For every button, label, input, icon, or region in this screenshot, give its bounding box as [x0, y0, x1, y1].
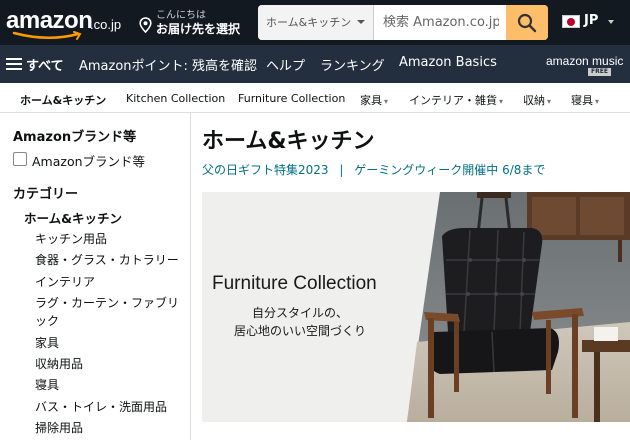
- sidebar-item-storage[interactable]: 収納用品: [35, 355, 83, 372]
- caret-down-icon: ▾: [547, 97, 552, 106]
- top-header: amazon .co.jp こんにちは お届け先を選択 ホーム&キッチン JP: [0, 0, 630, 45]
- subnav-home-kitchen[interactable]: ホーム&キッチン: [20, 92, 106, 108]
- amazon-logo[interactable]: amazon .co.jp: [6, 6, 130, 40]
- subnav-bedding-label: 寝具: [571, 94, 593, 107]
- subnav-bedding[interactable]: 寝具 ▾: [571, 92, 599, 108]
- subnav-interior-label: インテリア・雑貨: [409, 94, 497, 107]
- left-sidebar: Amazonブランド等 Amazonブランド等 カテゴリー ホーム&キッチン キ…: [0, 113, 191, 440]
- caret-down-icon: [608, 20, 614, 24]
- search-category-label: ホーム&キッチン: [266, 16, 352, 29]
- caret-down-icon: ▾: [499, 97, 504, 106]
- language-selector[interactable]: JP: [562, 11, 622, 33]
- logo-smile-icon: [12, 31, 82, 40]
- link-separator: |: [339, 163, 344, 177]
- location-pin-icon: [139, 17, 152, 33]
- subnav-furniture-label: 家具: [360, 94, 382, 107]
- page-title: ホーム&キッチン: [202, 129, 375, 154]
- nav-ranking[interactable]: ランキング: [320, 55, 385, 74]
- sidebar-item-furniture[interactable]: 家具: [35, 334, 59, 351]
- search-icon: [517, 13, 537, 33]
- main-nav: すべて Amazonポイント: 残高を確認 ヘルプ ランキング Amazon B…: [0, 45, 630, 83]
- sidebar-item-cleaning[interactable]: 掃除用品: [35, 419, 83, 436]
- search-button[interactable]: [506, 5, 548, 40]
- japan-flag-icon: [562, 15, 580, 28]
- caret-down-icon: ▾: [595, 97, 600, 106]
- logo-country: .co.jp: [90, 17, 122, 32]
- sidebar-item-interior[interactable]: インテリア: [35, 273, 95, 290]
- promo-link-fathers-day[interactable]: 父の日ギフト特集2023: [202, 163, 329, 177]
- search-input[interactable]: [375, 5, 499, 40]
- sidebar-item-rugs[interactable]: ラグ・カーテン・ファブリック: [35, 294, 187, 330]
- category-subnav: ホーム&キッチン Kitchen Collection Furniture Co…: [0, 83, 630, 113]
- language-label: JP: [584, 13, 599, 28]
- search-category-select[interactable]: ホーム&キッチン: [258, 5, 374, 40]
- banner-subtitle-line1: 自分スタイルの、: [251, 306, 348, 320]
- nav-help[interactable]: ヘルプ: [266, 55, 305, 74]
- hamburger-icon[interactable]: [6, 57, 22, 71]
- caret-down-icon: ▾: [384, 97, 389, 106]
- search-bar: ホーム&キッチン: [258, 5, 548, 40]
- subnav-storage-label: 収納: [523, 94, 545, 107]
- sidebar-item-tableware[interactable]: 食器・グラス・カトラリー: [35, 251, 179, 268]
- subnav-kitchen-collection[interactable]: Kitchen Collection: [126, 92, 225, 105]
- banner-subtitle-line2: 居心地のいい空間づくり: [233, 324, 366, 338]
- amazon-music-link[interactable]: amazon music FREE: [546, 54, 623, 76]
- current-category: ホーム&キッチン: [24, 211, 123, 226]
- music-free-badge: FREE: [588, 68, 611, 76]
- banner-subtitle: 自分スタイルの、 居心地のいい空間づくり: [202, 304, 398, 340]
- sidebar-item-bath[interactable]: バス・トイレ・洗面用品: [35, 398, 167, 415]
- checkbox-icon[interactable]: [13, 152, 27, 166]
- promo-links: 父の日ギフト特集2023 | ゲーミングウィーク開催中 6/8まで: [202, 161, 545, 178]
- nav-points[interactable]: Amazonポイント: 残高を確認: [79, 55, 257, 74]
- select-address-text: お届け先を選択: [156, 22, 241, 36]
- nav-amazon-basics[interactable]: Amazon Basics: [399, 55, 497, 70]
- subnav-storage[interactable]: 収納 ▾: [523, 92, 551, 108]
- delivery-location[interactable]: こんにちは お届け先を選択: [139, 5, 251, 39]
- category-heading: カテゴリー: [13, 187, 79, 202]
- music-label: amazon music: [546, 54, 624, 68]
- brand-filter-label[interactable]: Amazonブランド等: [32, 151, 145, 170]
- main-content: ホーム&キッチン 父の日ギフト特集2023 | ゲーミングウィーク開催中 6/8…: [192, 113, 630, 440]
- sidebar-item-kitchen[interactable]: キッチン用品: [35, 230, 107, 247]
- caret-down-icon: [357, 20, 365, 24]
- promo-link-gaming-week[interactable]: ゲーミングウィーク開催中 6/8まで: [354, 163, 545, 177]
- subnav-furniture[interactable]: 家具 ▾: [360, 92, 388, 108]
- subnav-interior[interactable]: インテリア・雑貨 ▾: [409, 92, 503, 108]
- brand-filter-heading: Amazonブランド等: [13, 130, 137, 145]
- nav-all[interactable]: すべて: [26, 55, 64, 74]
- furniture-banner[interactable]: Furniture Collection 自分スタイルの、 居心地のいい空間づく…: [202, 192, 630, 422]
- sidebar-item-bedding[interactable]: 寝具: [35, 376, 59, 393]
- greeting-text: こんにちは: [156, 10, 206, 21]
- subnav-furniture-collection[interactable]: Furniture Collection: [238, 92, 345, 105]
- banner-title: Furniture Collection: [212, 273, 377, 294]
